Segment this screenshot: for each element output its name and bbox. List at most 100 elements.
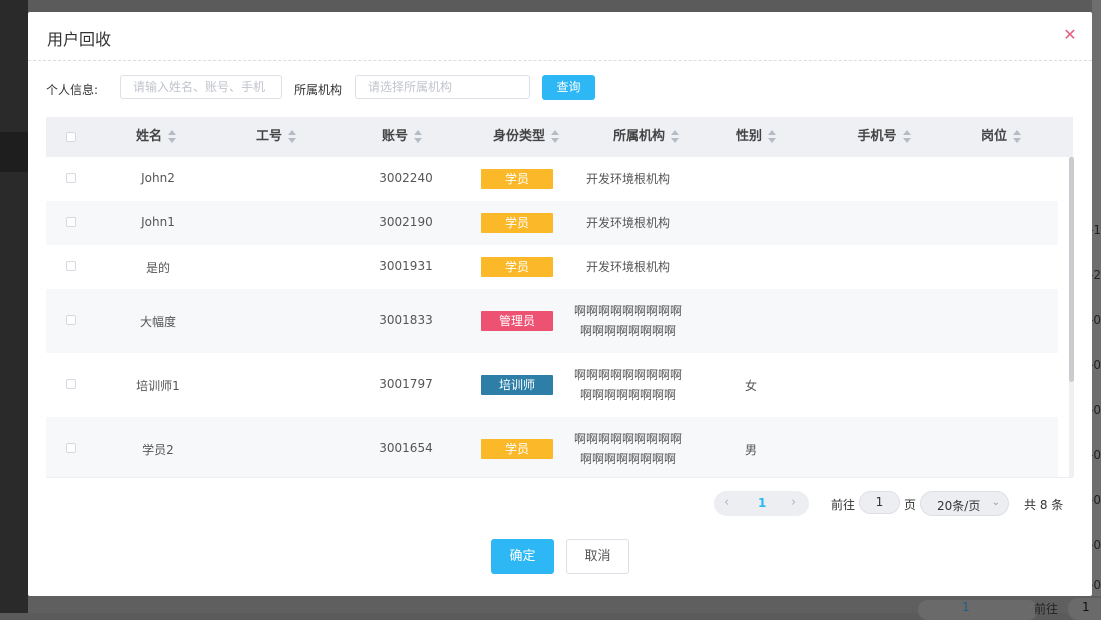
background-sidebar [0, 0, 28, 613]
row-checkbox[interactable] [66, 379, 76, 389]
sort-icon[interactable] [414, 129, 422, 144]
cell-org-line: 啊啊啊啊啊啊啊啊 [579, 452, 676, 466]
identity-badge: 培训师 [481, 375, 553, 395]
background-right-column: -1 -2 -0 -0 -0 -0 -0 -0 -0 [1089, 0, 1101, 613]
cell-name: 学员2 [142, 443, 174, 457]
user-recycle-dialog: 用户回收 ✕ 个人信息: 所属机构 查询 姓名 工号 账号 身份类型 所属机构 … [28, 12, 1092, 596]
table-row[interactable]: John1 3002190 学员 开发环境根机构 [46, 201, 1058, 245]
cell-org: 开发环境根机构 [558, 169, 698, 189]
page-size-select[interactable]: 20条/页 ⌄ [920, 491, 1009, 516]
identity-badge: 学员 [481, 439, 553, 459]
cell-account: 3002190 [379, 215, 433, 229]
cell-name: John2 [141, 171, 175, 185]
user-table: 姓名 工号 账号 身份类型 所属机构 性别 手机号 岗位 John2 30022… [46, 117, 1073, 478]
personal-info-input[interactable] [120, 75, 282, 99]
column-header-phone[interactable]: 手机号 [824, 117, 944, 157]
sort-icon[interactable] [288, 129, 296, 144]
table-row[interactable]: 是的 3001931 学员 开发环境根机构 [46, 245, 1058, 289]
cancel-button[interactable]: 取消 [566, 539, 629, 574]
table-scrollbar[interactable] [1069, 157, 1074, 477]
pagination: ‹ 1 › [714, 491, 809, 516]
cell-org-line: 啊啊啊啊啊啊啊啊啊 [573, 304, 682, 318]
column-header-label: 性别 [735, 129, 762, 144]
background-sidebar-band [0, 132, 28, 172]
background-page-number: 1 [962, 600, 970, 614]
row-checkbox[interactable] [66, 443, 76, 453]
row-checkbox[interactable] [66, 173, 76, 183]
close-icon[interactable]: ✕ [1062, 27, 1078, 43]
page-number[interactable]: 1 [758, 496, 766, 510]
background-goto-label: 前往 [1034, 602, 1059, 616]
cell-org: 啊啊啊啊啊啊啊啊啊 啊啊啊啊啊啊啊啊 [558, 301, 698, 341]
cell-org: 开发环境根机构 [558, 257, 698, 277]
goto-label: 前往 [831, 498, 856, 512]
search-button[interactable]: 查询 [542, 75, 595, 100]
background-goto-value: 1 [1082, 600, 1090, 614]
total-count: 共 8 条 [1024, 498, 1064, 512]
chevron-left-icon[interactable]: ‹ [724, 495, 729, 510]
cell-org-line: 啊啊啊啊啊啊啊啊 [579, 324, 676, 338]
column-header-post[interactable]: 岗位 [951, 117, 1051, 157]
sort-icon[interactable] [768, 129, 776, 144]
cell-org-line: 啊啊啊啊啊啊啊啊 [579, 388, 676, 402]
column-header-label: 手机号 [857, 129, 897, 144]
chevron-right-icon[interactable]: › [791, 495, 796, 510]
sort-icon[interactable] [902, 129, 911, 144]
cell-org-line: 开发环境根机构 [585, 216, 670, 230]
column-header-staff-no[interactable]: 工号 [226, 117, 326, 157]
table-row[interactable]: John2 3002240 学员 开发环境根机构 [46, 157, 1058, 201]
dialog-title: 用户回收 [47, 30, 112, 49]
cell-account: 3002240 [379, 171, 433, 185]
cell-org-line: 开发环境根机构 [585, 260, 670, 274]
org-label: 所属机构 [294, 83, 343, 97]
page-unit-label: 页 [904, 498, 917, 512]
org-select-input[interactable] [355, 75, 530, 99]
sort-icon[interactable] [551, 129, 559, 144]
goto-page-input[interactable]: 1 [859, 491, 900, 514]
row-checkbox[interactable] [66, 217, 76, 227]
column-header-label: 工号 [255, 129, 282, 144]
cell-gender: 男 [744, 443, 757, 457]
cell-org: 开发环境根机构 [558, 213, 698, 233]
column-header-gender[interactable]: 性别 [706, 117, 806, 157]
dialog-header: 用户回收 ✕ [28, 12, 1092, 61]
cell-name: 培训师1 [136, 379, 180, 393]
background-pager [918, 600, 1038, 620]
table-header: 姓名 工号 账号 身份类型 所属机构 性别 手机号 岗位 [46, 117, 1073, 157]
identity-badge: 学员 [481, 169, 553, 189]
column-header-account[interactable]: 账号 [352, 117, 452, 157]
column-header-label: 账号 [381, 129, 408, 144]
cell-org-line: 开发环境根机构 [585, 172, 670, 186]
page-size-value: 20条/页 [937, 499, 981, 513]
column-header-org[interactable]: 所属机构 [576, 117, 716, 157]
chevron-down-icon: ⌄ [991, 497, 1000, 508]
identity-badge: 学员 [481, 257, 553, 277]
row-checkbox[interactable] [66, 315, 76, 325]
table-row[interactable]: 培训师1 3001797 培训师 啊啊啊啊啊啊啊啊啊 啊啊啊啊啊啊啊啊 女 [46, 353, 1058, 417]
scrollbar-thumb[interactable] [1069, 157, 1074, 382]
identity-badge: 学员 [481, 213, 553, 233]
cell-account: 3001931 [379, 259, 433, 273]
row-checkbox[interactable] [66, 261, 76, 271]
cell-org: 啊啊啊啊啊啊啊啊啊 啊啊啊啊啊啊啊啊 [558, 429, 698, 469]
cell-gender: 女 [744, 379, 757, 393]
column-header-label: 所属机构 [612, 129, 665, 144]
filter-bar: 个人信息: 所属机构 查询 [46, 75, 1076, 101]
table-row[interactable]: 学员2 3001654 学员 啊啊啊啊啊啊啊啊啊 啊啊啊啊啊啊啊啊 男 [46, 417, 1058, 477]
background-footer: 1 前往 1 [28, 596, 1101, 620]
column-header-identity[interactable]: 身份类型 [466, 117, 586, 157]
personal-info-label: 个人信息: [46, 83, 99, 97]
identity-badge: 管理员 [481, 311, 553, 331]
table-row[interactable]: 大幅度 3001833 管理员 啊啊啊啊啊啊啊啊啊 啊啊啊啊啊啊啊啊 [46, 289, 1058, 353]
sort-icon[interactable] [1013, 129, 1021, 144]
select-all-checkbox[interactable] [66, 132, 76, 142]
sort-icon[interactable] [168, 129, 176, 144]
confirm-button[interactable]: 确定 [491, 539, 554, 574]
column-header-label: 姓名 [135, 129, 162, 144]
sort-icon[interactable] [671, 129, 679, 144]
column-header-label: 身份类型 [492, 129, 545, 144]
column-header-name[interactable]: 姓名 [106, 117, 206, 157]
cell-name: 是的 [145, 261, 170, 275]
column-header-label: 岗位 [980, 129, 1007, 144]
cell-org: 啊啊啊啊啊啊啊啊啊 啊啊啊啊啊啊啊啊 [558, 365, 698, 405]
